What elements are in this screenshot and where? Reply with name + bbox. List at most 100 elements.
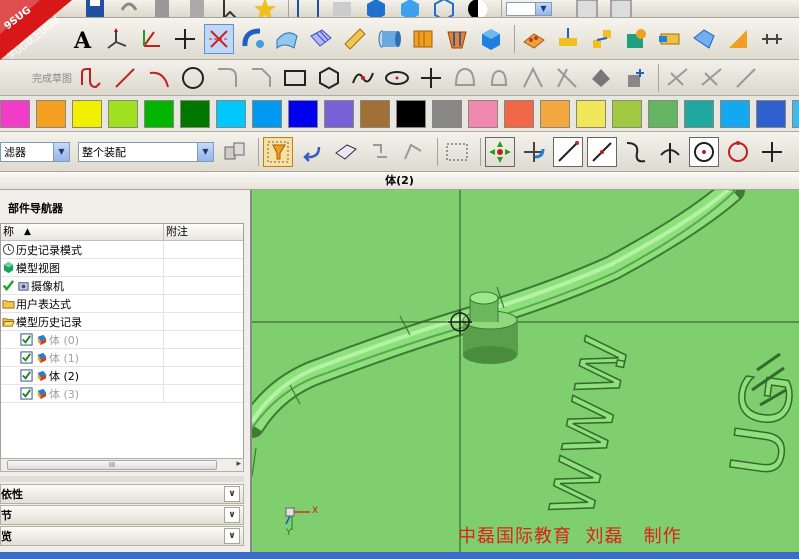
type-filter-combo[interactable]: 滤器 ▼ xyxy=(0,141,70,162)
draft-icon[interactable] xyxy=(553,24,583,54)
tree-row[interactable]: 体 (2) xyxy=(1,366,243,385)
undo-selection-icon[interactable] xyxy=(297,137,327,167)
cube-icon[interactable] xyxy=(361,0,391,17)
cube-shaded-icon[interactable] xyxy=(395,0,425,17)
point-icon[interactable] xyxy=(170,24,200,54)
graphics-viewport[interactable]: WWW . UG X Y 中磊国际教育 刘磊 制作 xyxy=(252,190,799,552)
components-icon[interactable] xyxy=(220,137,250,167)
finish-sketch-label[interactable]: 完成草图 xyxy=(32,70,72,85)
color-swatch[interactable] xyxy=(0,99,30,128)
make-corner-icon[interactable] xyxy=(620,63,650,93)
snap-assist-icon[interactable] xyxy=(519,137,549,167)
color-swatch[interactable] xyxy=(576,99,606,128)
mirror-curve-icon[interactable] xyxy=(518,63,548,93)
point-set-icon[interactable] xyxy=(204,23,234,54)
end-point-icon[interactable] xyxy=(553,136,583,167)
tree-row[interactable]: 模型视图 xyxy=(1,258,243,277)
pattern-curve-icon[interactable] xyxy=(484,63,514,93)
scrollbar-thumb[interactable]: III xyxy=(7,460,217,470)
existing-point-icon[interactable] xyxy=(757,137,787,167)
tree-row[interactable]: 用户表达式 xyxy=(1,294,243,313)
save-icon[interactable] xyxy=(80,0,110,17)
color-swatch[interactable] xyxy=(648,99,678,128)
tree-row[interactable]: 体 (0) xyxy=(1,330,243,349)
panel-details[interactable]: 节 ∨ xyxy=(0,505,244,525)
feature-icon[interactable] xyxy=(621,24,651,54)
tree-row[interactable]: 历史记录模式 xyxy=(1,240,243,259)
profile-icon[interactable] xyxy=(76,63,106,93)
csys-icon[interactable] xyxy=(136,24,166,54)
select-body-icon[interactable] xyxy=(331,137,361,167)
color-swatch[interactable] xyxy=(216,99,246,128)
color-swatch[interactable] xyxy=(144,99,174,128)
tree-row[interactable]: 体 (3) xyxy=(1,384,243,403)
surface-icon[interactable] xyxy=(272,24,302,54)
color-swatch[interactable] xyxy=(720,99,750,128)
chevron-down-icon[interactable]: ∨ xyxy=(224,486,240,502)
splitter[interactable] xyxy=(0,476,244,482)
block-icon[interactable] xyxy=(476,24,506,54)
sketch-point-icon[interactable] xyxy=(416,63,446,93)
color-swatch[interactable] xyxy=(72,99,102,128)
color-swatch[interactable] xyxy=(360,99,390,128)
color-swatch[interactable] xyxy=(540,99,570,128)
fillet-icon[interactable] xyxy=(212,63,242,93)
ruled-icon[interactable] xyxy=(340,24,370,54)
name-column-header[interactable]: 称 ▲ xyxy=(1,224,164,240)
rectangle-icon[interactable] xyxy=(280,63,310,93)
tree-row[interactable]: 模型历史记录 xyxy=(1,312,243,331)
extend-icon[interactable] xyxy=(586,63,616,93)
checkbox-checked[interactable] xyxy=(19,351,33,365)
face-icon[interactable] xyxy=(723,24,753,54)
snap-point-icon[interactable] xyxy=(485,136,515,167)
wireframe-icon[interactable] xyxy=(429,0,459,17)
view-icon[interactable] xyxy=(327,1,357,17)
chevron-down-icon[interactable]: ∨ xyxy=(224,507,240,523)
studio-spline-icon[interactable] xyxy=(348,63,378,93)
quadrant-point-icon[interactable] xyxy=(723,137,753,167)
color-swatch[interactable] xyxy=(252,99,282,128)
trim-icon[interactable] xyxy=(552,63,582,93)
extract-icon[interactable] xyxy=(655,24,685,54)
select-edge-icon[interactable] xyxy=(399,137,429,167)
color-swatch[interactable] xyxy=(324,99,354,128)
tree-row[interactable]: 体 (1) xyxy=(1,348,243,367)
offset-curve-icon[interactable] xyxy=(450,63,480,93)
color-swatch[interactable] xyxy=(756,99,786,128)
sweep-icon[interactable] xyxy=(238,24,268,54)
select-feature-icon[interactable] xyxy=(365,137,395,167)
color-swatch[interactable] xyxy=(432,99,462,128)
horizontal-scrollbar[interactable]: III ▸ xyxy=(0,458,244,472)
move-object-icon[interactable] xyxy=(587,24,617,54)
select-icon[interactable] xyxy=(216,0,246,17)
fit-icon[interactable] xyxy=(293,0,323,17)
auto-constrain-icon[interactable] xyxy=(697,63,727,93)
datum-csys-icon[interactable] xyxy=(102,24,132,54)
color-swatch[interactable] xyxy=(792,99,799,128)
star-icon[interactable] xyxy=(250,0,280,17)
chevron-down-icon[interactable]: ▼ xyxy=(197,142,213,161)
arc-center-icon[interactable] xyxy=(689,136,719,167)
mesh-surface-icon[interactable] xyxy=(306,24,336,54)
line-icon[interactable] xyxy=(110,63,140,93)
color-swatch[interactable] xyxy=(180,99,210,128)
copy-icon[interactable] xyxy=(148,0,178,17)
cylinder-icon[interactable] xyxy=(374,24,404,54)
text-icon[interactable]: A xyxy=(68,24,98,54)
filter-selection-icon[interactable] xyxy=(263,136,293,167)
color-swatch[interactable] xyxy=(468,99,498,128)
show-constraints-icon[interactable] xyxy=(731,63,761,93)
pattern-icon[interactable] xyxy=(519,24,549,54)
rectangle-select-icon[interactable] xyxy=(442,137,472,167)
color-swatch[interactable] xyxy=(612,99,642,128)
chamfer-icon[interactable] xyxy=(246,63,276,93)
panel-preview[interactable]: 览 ∨ xyxy=(0,526,244,546)
pad-icon[interactable] xyxy=(408,24,438,54)
chevron-down-icon[interactable]: ∨ xyxy=(224,528,240,544)
note-column-header[interactable]: 附注 xyxy=(164,224,188,240)
layer-combo[interactable]: ▼ xyxy=(506,1,552,16)
color-swatch[interactable] xyxy=(288,99,318,128)
color-swatch[interactable] xyxy=(396,99,426,128)
color-swatch[interactable] xyxy=(504,99,534,128)
tree-row[interactable]: 摄像机 xyxy=(1,276,243,295)
